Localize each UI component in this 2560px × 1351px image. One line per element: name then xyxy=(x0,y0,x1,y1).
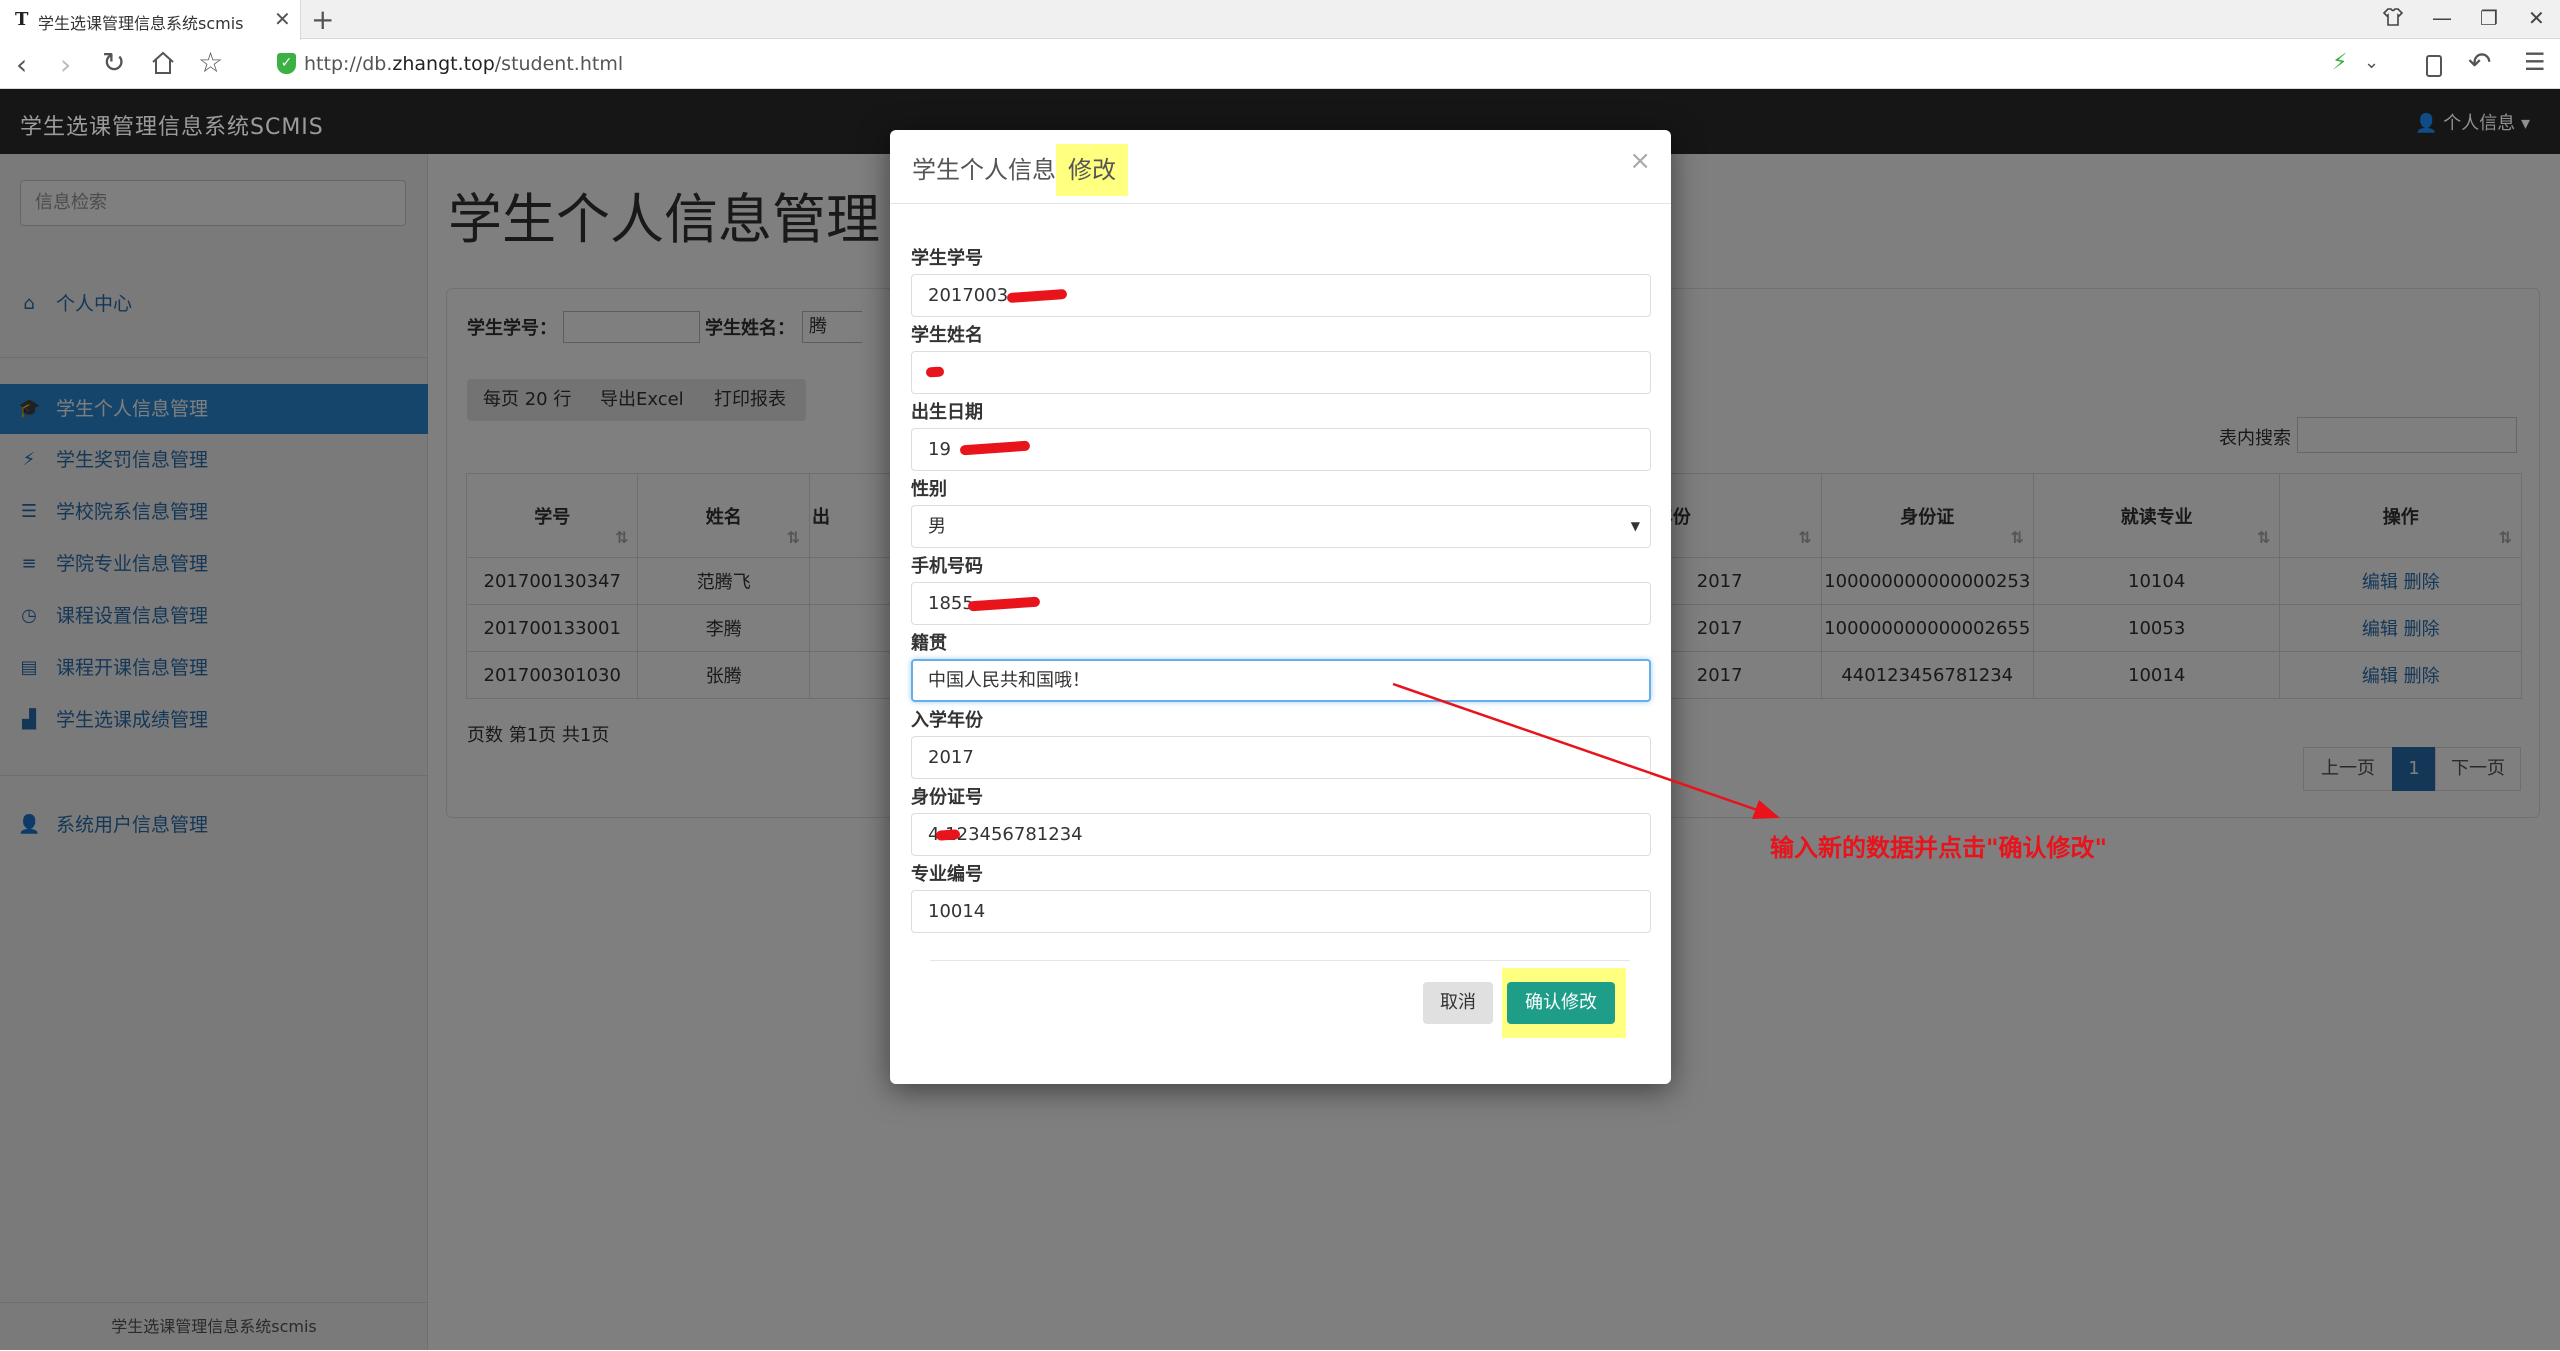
restore-icon[interactable]: ❐ xyxy=(2480,6,2498,30)
cancel-button[interactable]: 取消 xyxy=(1423,982,1493,1024)
home-icon[interactable] xyxy=(150,50,176,83)
gender-value: 男 xyxy=(928,516,946,537)
url-field[interactable]: http://db.zhangt.top/student.html xyxy=(304,53,623,75)
window-close-icon[interactable]: ✕ xyxy=(2528,6,2545,30)
minimize-icon[interactable]: — xyxy=(2432,6,2452,30)
tab-title: 学生选课管理信息系统scmis xyxy=(38,14,244,33)
edit-student-modal: 学生个人信息 修改 × 学生学号 2017003 学生姓名 出生日期 19 性别 … xyxy=(890,130,1671,1084)
url-path: /student.html xyxy=(494,53,624,75)
birth-date-value: 19 xyxy=(928,439,951,460)
modal-close-icon[interactable]: × xyxy=(1629,146,1651,176)
gender-select[interactable]: 男 ▼ xyxy=(911,505,1651,548)
major-code-value: 10014 xyxy=(928,901,986,922)
field-label-birth-date: 出生日期 xyxy=(911,402,983,423)
confirm-edit-button[interactable]: 确认修改 xyxy=(1507,982,1615,1024)
shirt-skin-icon[interactable] xyxy=(2382,6,2404,33)
native-place-input[interactable]: 中国人民共和国哦！ xyxy=(911,659,1651,702)
back-icon[interactable]: ‹ xyxy=(16,48,27,81)
modal-title: 学生个人信息 修改 xyxy=(912,144,1128,196)
url-host: zhangt.top xyxy=(392,53,495,75)
field-label-id-card: 身份证号 xyxy=(911,787,983,808)
field-label-phone: 手机号码 xyxy=(911,556,983,577)
enrollment-year-input[interactable]: 2017 xyxy=(911,736,1651,779)
field-label-student-name: 学生姓名 xyxy=(911,325,983,346)
major-code-input[interactable]: 10014 xyxy=(911,890,1651,933)
field-label-enrollment-year: 入学年份 xyxy=(911,710,983,731)
browser-tab[interactable]: T 学生选课管理信息系统scmis ✕ xyxy=(0,0,301,40)
tab-close-icon[interactable]: ✕ xyxy=(274,7,291,31)
undo-icon[interactable]: ↶ xyxy=(2468,46,2491,79)
annotation-text: 输入新的数据并点击"确认修改" xyxy=(1770,834,2108,862)
secure-shield-icon: ✓ xyxy=(277,53,296,74)
tab-favicon-icon: T xyxy=(15,9,29,30)
student-name-input[interactable] xyxy=(911,351,1651,394)
redaction-mark xyxy=(935,829,961,841)
url-prefix: http://db. xyxy=(304,53,393,75)
modal-header: 学生个人信息 修改 × xyxy=(890,130,1671,204)
student-id-value: 2017003 xyxy=(928,285,1009,306)
forward-icon[interactable]: › xyxy=(60,48,71,81)
phone-value: 1855 xyxy=(928,593,974,614)
field-label-gender: 性别 xyxy=(911,479,947,500)
reading-mode-icon[interactable] xyxy=(2424,52,2444,85)
select-caret-icon: ▼ xyxy=(1630,519,1640,533)
menu-icon[interactable]: ☰ xyxy=(2524,48,2546,76)
field-label-native-place: 籍贯 xyxy=(911,633,947,654)
lightning-icon[interactable]: ⚡ xyxy=(2332,50,2347,75)
field-label-student-id: 学生学号 xyxy=(911,248,983,269)
modal-title-main: 学生个人信息 xyxy=(912,156,1056,184)
redaction-mark xyxy=(925,366,945,378)
browser-tab-strip: T 学生选课管理信息系统scmis ✕ + — ❐ ✕ xyxy=(0,0,2560,40)
new-tab-icon[interactable]: + xyxy=(311,3,334,36)
id-card-input[interactable]: 4 123456781234 xyxy=(911,813,1651,856)
dropdown-chevron-icon[interactable]: ⌄ xyxy=(2364,52,2379,73)
modal-title-highlight: 修改 xyxy=(1056,144,1128,196)
reload-icon[interactable]: ↻ xyxy=(102,46,125,79)
field-label-major-code: 专业编号 xyxy=(911,864,983,885)
address-toolbar: ‹ › ↻ ☆ ✓ http://db.zhangt.top/student.h… xyxy=(0,40,2560,89)
native-place-value: 中国人民共和国哦！ xyxy=(928,670,1090,691)
bookmark-star-icon[interactable]: ☆ xyxy=(198,46,223,79)
modal-footer-divider xyxy=(930,960,1630,961)
enrollment-year-value: 2017 xyxy=(928,747,974,768)
